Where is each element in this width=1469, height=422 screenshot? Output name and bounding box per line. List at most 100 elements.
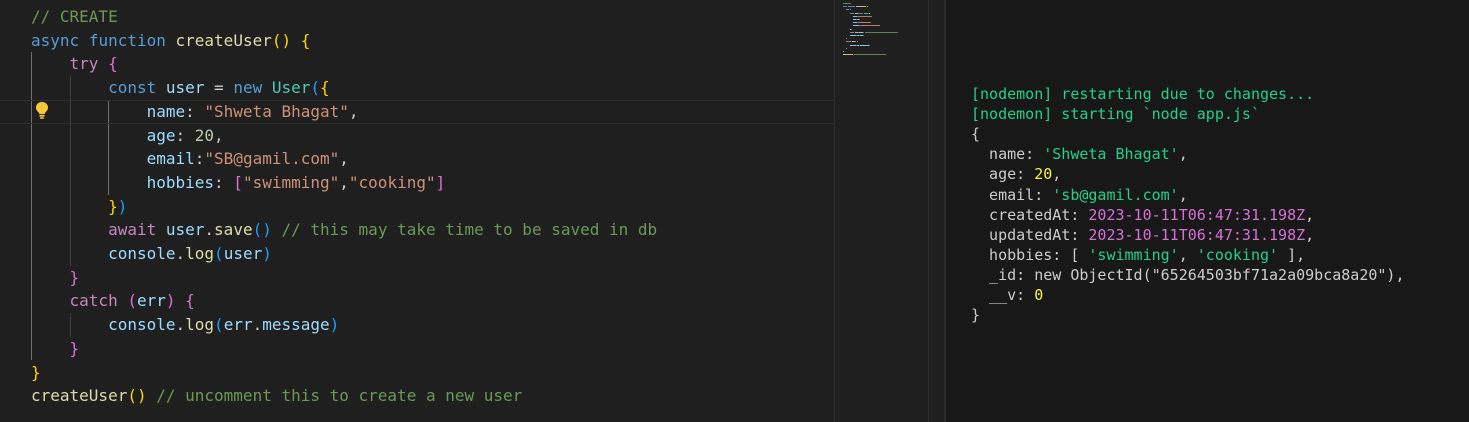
code-token: ] (435, 172, 446, 192)
editor-scrollbar[interactable] (928, 0, 945, 422)
code-line[interactable]: await user.save() // this may take time … (0, 218, 834, 242)
code-token: name (146, 101, 186, 121)
minimap-stroke (849, 12, 855, 14)
code-token: () (252, 220, 272, 240)
code-line[interactable]: console.log(err.message) (0, 313, 834, 337)
code-token: "SB@gamil.com" (204, 149, 340, 169)
code-line[interactable]: } (0, 361, 834, 385)
minimap-stroke (871, 15, 873, 17)
code-line[interactable]: }) (0, 195, 834, 219)
code-line[interactable]: hobbies: ["swimming","cooking"] (0, 171, 834, 195)
code-token: } (69, 267, 80, 287)
minimap-stroke (843, 54, 852, 56)
terminal-line: updatedAt: 2023-10-11T06:47:31.198Z, (971, 225, 1314, 245)
minimap-stroke (846, 47, 848, 49)
minimap-stroke (869, 44, 871, 46)
terminal-token: _id: new ObjectId("65264503bf71a2a09bca8… (971, 265, 1405, 284)
code-text: age: 20, (31, 124, 224, 148)
code-token: save (214, 220, 253, 240)
terminal-token: 2023-10-11T06:47:31.198Z (1088, 225, 1306, 244)
code-token: hobbies (146, 172, 215, 192)
code-token: ( (214, 315, 224, 335)
terminal-token: , (1178, 185, 1188, 204)
code-token: . (204, 220, 215, 240)
code-token: } (69, 338, 80, 358)
terminal-line: email: 'sb@gamil.com', (971, 185, 1188, 205)
code-editor[interactable]: // CREATE async function createUser() { t… (0, 0, 834, 422)
code-line[interactable]: // CREATE (0, 5, 834, 29)
code-line[interactable]: createUser() // uncomment this to create… (0, 384, 834, 408)
terminal-token: } (971, 306, 981, 325)
code-line[interactable]: } (0, 266, 834, 290)
code-token: user (165, 220, 205, 240)
minimap[interactable] (834, 0, 929, 422)
code-token: "cooking" (348, 172, 436, 192)
terminal-token: 2023-10-11T06:47:31.198Z (1088, 205, 1306, 224)
code-token: : (214, 172, 234, 192)
terminal-panel[interactable]: [nodemon] restarting due to changes... [n… (946, 0, 1469, 422)
terminal-line: hobbies: [ 'swimming', 'cooking' ], (971, 245, 1305, 265)
terminal-token: [nodemon] starting `node app.js` (971, 105, 1260, 124)
code-line[interactable]: console.log(user) (0, 242, 834, 266)
minimap-stroke (855, 6, 865, 8)
code-token: . (175, 315, 186, 335)
terminal-line: createdAt: 2023-10-11T06:47:31.198Z, (971, 205, 1314, 225)
code-token: : (185, 101, 205, 121)
code-line[interactable]: try { (0, 52, 834, 76)
code-token: { (320, 78, 330, 98)
code-text: console.log(err.message) (31, 313, 339, 337)
code-token: : (194, 149, 205, 169)
code-token: catch (69, 291, 118, 311)
code-line[interactable]: age: 20, (0, 124, 834, 148)
terminal-token: email: (971, 185, 1053, 204)
code-token: , (348, 101, 359, 121)
code-text: name: "Shweta Bhagat", (31, 101, 359, 123)
code-token: ( (127, 291, 137, 311)
terminal-line: [nodemon] restarting due to changes... (971, 84, 1314, 104)
code-text: catch (err) { (31, 289, 195, 313)
terminal-token: , (1052, 165, 1062, 184)
lightbulb-icon[interactable] (35, 101, 49, 119)
code-line[interactable]: async function createUser() { (0, 29, 834, 53)
code-line[interactable]: } (0, 337, 834, 361)
code-line-current[interactable]: name: "Shweta Bhagat", (0, 99, 834, 124)
minimap-stroke (843, 3, 851, 4)
minimap-stroke (862, 31, 865, 33)
code-token: log (185, 244, 215, 263)
code-token: = (204, 78, 234, 98)
terminal-token: [nodemon] restarting due to changes... (971, 85, 1315, 103)
minimap-stroke (843, 51, 844, 52)
code-token: await (108, 220, 157, 240)
terminal-token: { (971, 125, 981, 144)
minimap-stroke (870, 22, 872, 24)
code-token: , (339, 149, 349, 169)
code-token: const (108, 78, 157, 98)
code-text: hobbies: ["swimming","cooking"] (31, 171, 446, 195)
code-line[interactable]: const user = new User({ (0, 76, 834, 100)
minimap-stroke (856, 41, 858, 43)
minimap-stroke (868, 12, 870, 14)
code-text: try { (31, 52, 118, 76)
code-line[interactable]: catch (err) { (0, 289, 834, 313)
code-token: [ (233, 172, 243, 192)
code-token: 20 (194, 125, 215, 145)
minimap-stroke (851, 54, 854, 56)
minimap-stroke (848, 6, 855, 8)
code-token: { (108, 54, 118, 74)
terminal-token: , (1178, 245, 1197, 264)
code-line[interactable]: email:"SB@gamil.com", (0, 147, 834, 171)
code-token: () (127, 386, 147, 406)
